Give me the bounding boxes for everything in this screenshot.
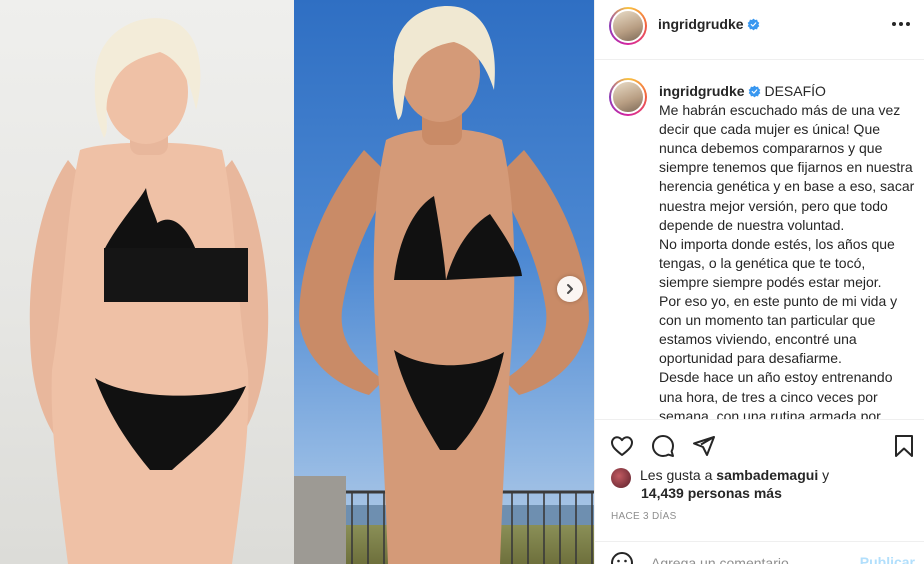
emoji-icon xyxy=(611,552,633,564)
comment-icon xyxy=(652,435,674,457)
caption-paragraph: Por eso yo, en este punto de mi vida y c… xyxy=(659,293,898,367)
comment-box: Publicar xyxy=(595,541,924,564)
verified-badge-icon xyxy=(747,18,759,31)
caption-paragraph: No importa donde estés, los años que ten… xyxy=(659,235,895,290)
post-side-panel: ingridgrudke ingridgrudke DESAFÍO Me hab… xyxy=(594,0,924,564)
verified-badge-icon xyxy=(748,85,760,98)
caption-text: ingridgrudke DESAFÍO Me habrán escuchado… xyxy=(659,82,915,419)
actions-bar: Les gusta a sambademagui y 14,439 person… xyxy=(595,419,924,564)
share-icon xyxy=(693,436,715,456)
publish-button[interactable]: Publicar xyxy=(860,554,915,564)
post-header: ingridgrudke xyxy=(595,0,924,60)
post-timestamp[interactable]: HACE 3 DÍAS xyxy=(611,511,677,522)
caption-area: ingridgrudke DESAFÍO Me habrán escuchado… xyxy=(595,61,924,419)
woman-photo-left xyxy=(29,18,269,564)
liker-avatar[interactable] xyxy=(611,468,631,488)
comment-button[interactable] xyxy=(650,433,676,459)
photo-right xyxy=(294,0,594,564)
bookmark-icon xyxy=(895,435,913,457)
emoji-button[interactable] xyxy=(609,550,635,564)
more-options-icon xyxy=(892,22,910,26)
caption-username[interactable]: ingridgrudke xyxy=(659,83,745,99)
comment-input[interactable] xyxy=(651,552,851,564)
header-username[interactable]: ingridgrudke xyxy=(658,15,760,33)
woman-photo-right xyxy=(299,5,589,564)
caption-paragraph: Me habrán escuchado más de una vez decir… xyxy=(659,102,915,233)
likes-conj: y xyxy=(822,467,830,483)
share-button[interactable] xyxy=(691,433,717,459)
username-text[interactable]: ingridgrudke xyxy=(658,16,744,32)
caption-paragraph: Desde hace un año estoy entrenando una h… xyxy=(659,369,893,419)
caption-avatar[interactable] xyxy=(609,78,647,116)
likes-line-1: Les gusta a sambademagui y xyxy=(640,466,829,484)
bookmark-button[interactable] xyxy=(891,433,917,459)
heart-icon xyxy=(611,436,633,456)
more-options-button[interactable] xyxy=(891,14,911,34)
like-button[interactable] xyxy=(609,433,635,459)
likes-user[interactable]: sambademagui xyxy=(716,467,818,483)
likes-count[interactable]: 14,439 personas más xyxy=(641,484,782,502)
next-image-button[interactable] xyxy=(557,276,583,302)
photo-left xyxy=(0,0,294,564)
caption-title: DESAFÍO xyxy=(764,83,826,99)
avatar[interactable] xyxy=(609,7,647,45)
post-media[interactable] xyxy=(0,0,594,564)
chevron-right-icon xyxy=(567,284,573,294)
likes-prefix: Les gusta a xyxy=(640,467,713,483)
